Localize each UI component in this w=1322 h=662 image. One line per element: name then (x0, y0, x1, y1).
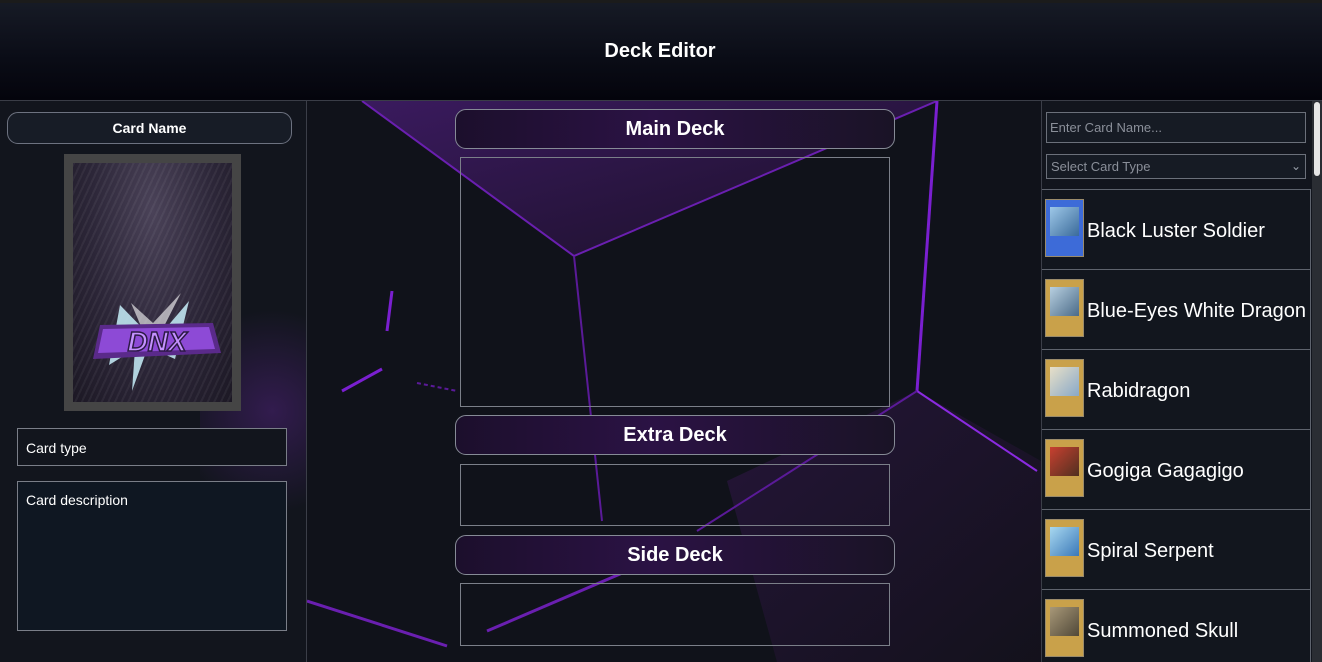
card-art (1050, 367, 1079, 396)
card-list-item[interactable]: Rabidragon (1042, 349, 1311, 429)
card-search-panel: Select Card Type ⌄ Black Luster Soldier … (1041, 101, 1322, 662)
card-list-item-name: Blue-Eyes White Dragon (1087, 300, 1306, 322)
side-deck-area[interactable] (460, 583, 890, 646)
chevron-down-icon: ⌄ (1290, 159, 1301, 173)
card-thumbnail (1045, 599, 1084, 657)
card-back-art: DNX (73, 163, 232, 402)
card-list-item-name: Summoned Skull (1087, 620, 1239, 642)
svg-text:DNX: DNX (127, 326, 188, 357)
card-list-item[interactable]: Gogiga Gagagigo (1042, 429, 1311, 509)
card-name-display: Card Name (7, 112, 292, 144)
card-list-item-name: Rabidragon (1087, 380, 1191, 402)
card-thumbnail (1045, 279, 1084, 337)
card-art (1050, 207, 1079, 236)
card-list-item[interactable]: Spiral Serpent (1042, 509, 1311, 589)
page-title: Deck Editor (604, 40, 716, 62)
card-type-field: Card type (17, 428, 287, 466)
card-art (1050, 287, 1079, 316)
card-thumbnail (1045, 199, 1084, 257)
card-detail-panel: Card Name DNX Card type Card description (0, 101, 307, 662)
card-thumbnail (1045, 519, 1084, 577)
scrollbar-thumb[interactable] (1314, 102, 1320, 176)
card-art (1050, 527, 1079, 556)
card-list-item[interactable]: Summoned Skull (1042, 589, 1311, 662)
card-type-select-value: Select Card Type (1051, 159, 1151, 174)
dnx-logo: DNX (93, 293, 221, 391)
extra-deck-header[interactable]: Extra Deck (455, 415, 895, 455)
card-list-item-name: Gogiga Gagagigo (1087, 460, 1244, 482)
card-thumbnail (1045, 439, 1084, 497)
card-list-item-name: Spiral Serpent (1087, 540, 1214, 562)
side-deck-header[interactable]: Side Deck (455, 535, 895, 575)
card-list-scrollbar[interactable] (1312, 101, 1322, 662)
card-art (1050, 447, 1079, 476)
card-description-field: Card description (17, 481, 287, 631)
card-thumbnail (1045, 359, 1084, 417)
card-art (1050, 607, 1079, 636)
card-type-select[interactable]: Select Card Type ⌄ (1046, 154, 1306, 179)
card-list-item-name: Black Luster Soldier (1087, 220, 1265, 242)
deck-panel: Main Deck Extra Deck Side Deck (307, 101, 1041, 662)
main-deck-header[interactable]: Main Deck (455, 109, 895, 149)
card-list-item[interactable]: Blue-Eyes White Dragon (1042, 269, 1311, 349)
card-list: Black Luster Soldier Blue-Eyes White Dra… (1042, 189, 1311, 662)
card-list-item[interactable]: Black Luster Soldier (1042, 189, 1311, 269)
extra-deck-area[interactable] (460, 464, 890, 526)
header-top-border (0, 0, 1322, 3)
card-name-search-input[interactable] (1046, 112, 1306, 143)
main-deck-area[interactable] (460, 157, 890, 407)
card-preview-image: DNX (64, 154, 241, 411)
app-header: Deck Editor (0, 0, 1322, 101)
